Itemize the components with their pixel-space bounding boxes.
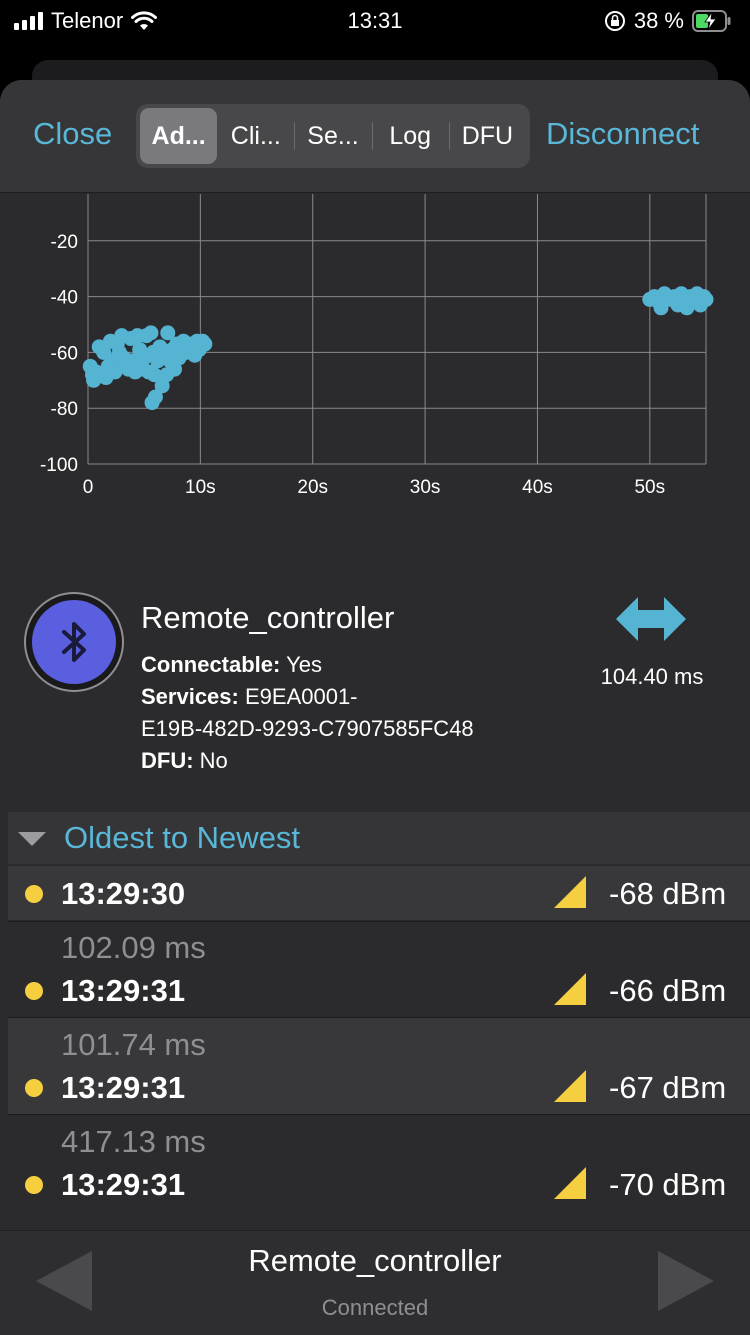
row-interval: 417.13 ms — [61, 1124, 206, 1159]
tab-log[interactable]: Log — [371, 108, 449, 164]
disconnect-button[interactable]: Disconnect — [546, 116, 699, 152]
signal-strength-icon — [554, 876, 586, 908]
connectable-label: Connectable: — [141, 652, 281, 677]
bluetooth-icon — [62, 622, 86, 662]
y-tick-label: -80 — [51, 399, 78, 420]
device-name: Remote_controller — [141, 600, 395, 635]
row-time: 13:29:31 — [61, 1070, 186, 1105]
connectable-line: Connectable: Yes — [141, 652, 322, 678]
y-tick-label: -100 — [40, 455, 78, 476]
row-rssi: -70 dBm — [609, 1167, 727, 1202]
device-detail-sheet: Close Ad... Cli... Se... Log DFU Disconn… — [0, 80, 750, 1334]
signal-strength-icon — [554, 973, 586, 1005]
row-dot — [25, 885, 43, 903]
y-tick-label: 0 — [67, 194, 78, 197]
advertisement-row[interactable]: 417.13 ms 13:29:31 -70 dBm — [8, 1115, 750, 1211]
signal-strength-icon — [554, 1070, 586, 1102]
data-point — [143, 325, 159, 341]
sort-order-header[interactable]: Oldest to Newest — [8, 812, 750, 864]
x-tick-label: 30s — [410, 477, 441, 498]
tab-segmented-control: Ad... Cli... Se... Log DFU — [136, 104, 530, 168]
battery-percent: 38 % — [633, 8, 684, 33]
disclosure-triangle-icon — [18, 832, 46, 846]
row-interval: 102.09 ms — [61, 930, 206, 965]
y-tick-label: -40 — [51, 288, 78, 309]
dfu-value: No — [199, 748, 228, 773]
signal-strength-icon — [554, 1167, 586, 1199]
battery-charging-icon — [692, 10, 731, 32]
tab-advertising[interactable]: Ad... — [140, 108, 218, 164]
x-tick-label: 50s — [634, 477, 665, 498]
y-tick-label: -60 — [51, 343, 78, 364]
sort-order-label: Oldest to Newest — [64, 820, 301, 855]
device-avatar — [24, 592, 124, 692]
bottom-device-name: Remote_controller — [248, 1243, 502, 1278]
advertising-interval-icon — [616, 597, 686, 641]
y-tick-label: -20 — [51, 232, 78, 253]
x-tick-label: 40s — [522, 477, 553, 498]
advertisement-row[interactable]: 102.09 ms 13:29:31 -66 dBm — [8, 922, 750, 1017]
x-tick-label: 20s — [297, 477, 328, 498]
tab-server[interactable]: Se... — [294, 108, 371, 164]
tab-client[interactable]: Cli... — [217, 108, 294, 164]
close-button[interactable]: Close — [33, 116, 112, 152]
rssi-chart: 0-20-40-60-80-100010s20s30s40s50sRSSI (d… — [0, 176, 750, 636]
bottom-device-bar: Remote_controller Connected — [0, 1230, 750, 1335]
orientation-lock-icon — [604, 11, 625, 31]
row-time: 13:29:31 — [61, 973, 186, 1008]
data-point — [698, 291, 714, 307]
device-info: Remote_controller Connectable: Yes Servi… — [0, 580, 750, 780]
row-time: 13:29:30 — [61, 876, 186, 911]
x-tick-label: 0 — [83, 477, 94, 498]
row-rssi: -66 dBm — [609, 973, 727, 1008]
advertising-interval: 104.40 ms — [600, 664, 704, 689]
status-right: 38 % — [604, 8, 732, 34]
advertisement-row[interactable]: 101.74 ms 13:29:31 -67 dBm — [8, 1018, 750, 1114]
dfu-label: DFU: — [141, 748, 194, 773]
tab-dfu[interactable]: DFU — [448, 108, 526, 164]
row-rssi: -67 dBm — [609, 1070, 727, 1105]
x-tick-label: 10s — [185, 477, 216, 498]
row-interval: 101.74 ms — [61, 1027, 206, 1062]
next-device-button[interactable] — [658, 1251, 714, 1311]
row-dot — [25, 1079, 43, 1097]
rssi-chart-svg: 0-20-40-60-80-100010s20s30s40s50sRSSI (d… — [40, 176, 714, 636]
data-point — [197, 336, 213, 352]
connection-status: Connected — [321, 1295, 429, 1320]
row-rssi: -68 dBm — [609, 876, 727, 911]
row-dot — [25, 1176, 43, 1194]
row-time: 13:29:31 — [61, 1167, 186, 1202]
services-label: Services: — [141, 684, 239, 709]
services-line: Services: E9EA0001- — [141, 684, 358, 710]
services-value-line2: E19B-482D-9293-C7907585FC48 — [141, 716, 474, 741]
status-bar: Telenor 13:31 38 % — [0, 0, 750, 44]
services-value-line1: E9EA0001- — [244, 684, 358, 709]
dfu-line: DFU: No — [141, 748, 228, 774]
row-dot — [25, 982, 43, 1000]
connectable-value: Yes — [286, 652, 322, 677]
advertisement-row[interactable]: 13:29:30 -68 dBm — [8, 866, 750, 920]
nav-bar: Close Ad... Cli... Se... Log DFU Disconn… — [0, 80, 750, 193]
